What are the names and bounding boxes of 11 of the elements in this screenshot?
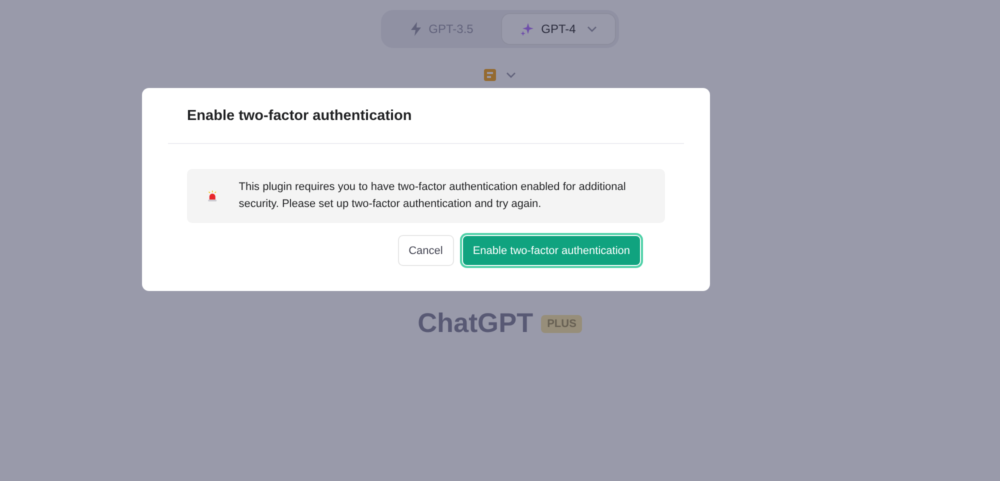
- cancel-button[interactable]: Cancel: [398, 235, 454, 266]
- lightning-icon: [410, 22, 422, 36]
- brand-title: ChatGPT: [418, 308, 534, 339]
- sparkles-icon: [520, 22, 534, 36]
- caret-icon: [506, 72, 516, 78]
- enable-2fa-button[interactable]: Enable two-factor authentication: [462, 235, 641, 266]
- dialog-title: Enable two-factor authentication: [187, 108, 413, 124]
- plugin-selector[interactable]: [484, 68, 516, 82]
- notice-message: This plugin requires you to have two-factor authentication enabled for additional security. Please set up two-factor authentication and try again.: [238, 180, 627, 212]
- caret-icon: [586, 26, 597, 32]
- model-tab[interactable]: GPT-4: [501, 13, 616, 45]
